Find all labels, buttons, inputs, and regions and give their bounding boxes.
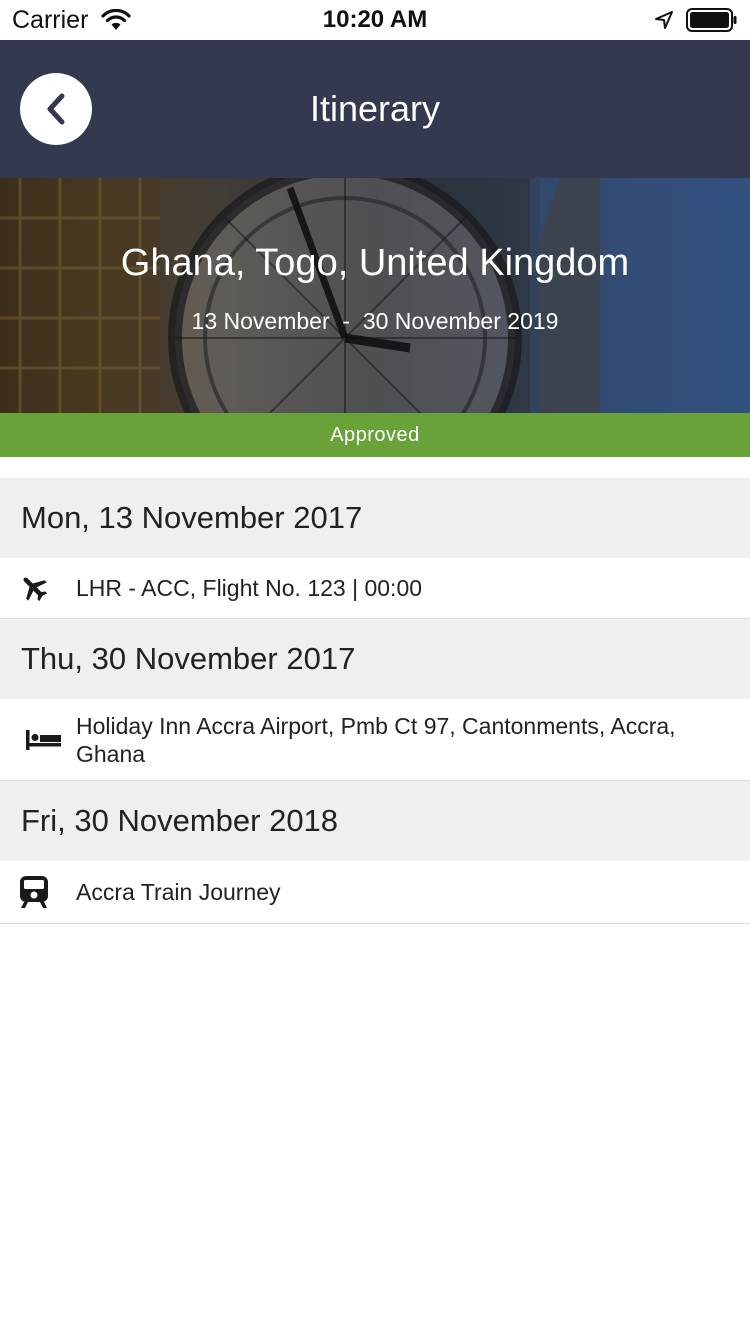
day-header: Fri, 30 November 2018 [0,781,750,861]
train-icon [20,876,48,908]
approval-status-banner: Approved [0,413,750,457]
location-arrow-icon [655,11,673,29]
status-bar: Carrier 10:20 AM [0,0,750,40]
hotel-details: Holiday Inn Accra Airport, Pmb Ct 97, Ca… [76,712,676,767]
day-date: Mon, 13 November 2017 [21,500,363,535]
train-details: Accra Train Journey [76,879,281,905]
day-header: Thu, 30 November 2017 [0,619,750,699]
list-item-train[interactable]: Accra Train Journey [0,861,750,924]
bed-icon [26,729,61,750]
battery-icon [686,8,737,32]
trip-hero-banner: Ghana, Togo, United Kingdom 13 November … [0,178,750,413]
navigation-bar: Itinerary [0,40,750,178]
day-header: Mon, 13 November 2017 [0,478,750,558]
trip-destinations: Ghana, Togo, United Kingdom [120,242,630,284]
list-item-hotel[interactable]: Holiday Inn Accra Airport, Pmb Ct 97, Ca… [0,699,750,781]
day-date: Thu, 30 November 2017 [21,641,356,676]
day-date: Fri, 30 November 2018 [21,803,339,838]
itinerary-list: Mon, 13 November 2017 LHR - ACC, Flight … [0,478,750,924]
flight-details: LHR - ACC, Flight No. 123 | 00:00 [76,575,423,601]
clock: 10:20 AM [322,6,428,33]
airplane-icon [23,577,48,602]
trip-date-range: 13 November - 30 November 2019 [191,308,559,334]
page-title: Itinerary [309,88,441,129]
clock-tower-image [0,178,750,413]
list-item-flight[interactable]: LHR - ACC, Flight No. 123 | 00:00 [0,558,750,619]
